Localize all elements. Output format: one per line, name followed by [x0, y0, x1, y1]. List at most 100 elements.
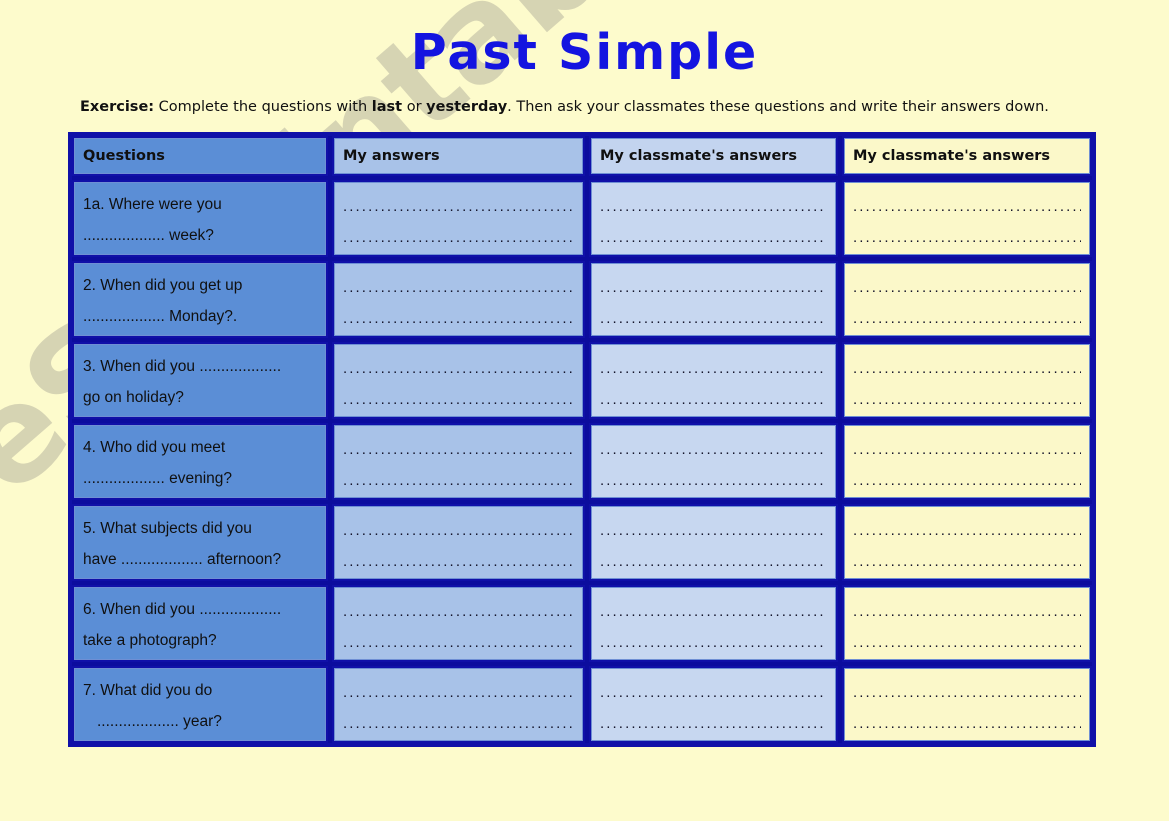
header-cell-classmate-answers-1: My classmate's answers — [585, 136, 838, 176]
question-line-2: take a photograph? — [83, 632, 217, 649]
header-cell-my-answers: My answers — [328, 136, 585, 176]
answer-cell-my-answers[interactable]: ........................................… — [328, 342, 585, 419]
header-cell-questions: Questions — [72, 136, 328, 176]
answer-dotted-line[interactable]: ........................................… — [853, 303, 1081, 334]
answer-cell-classmate-1[interactable]: ........................................… — [585, 180, 838, 257]
answer-dotted-line[interactable]: ........................................… — [853, 384, 1081, 415]
question-cell: 6. When did you ................... take… — [72, 585, 328, 662]
question-line-1: 1a. Where were you — [83, 196, 222, 213]
question-cell: 3. When did you ................... go o… — [72, 342, 328, 419]
answer-dotted-line[interactable]: ........................................… — [600, 515, 827, 546]
answer-dotted-line[interactable]: ........................................… — [600, 465, 827, 496]
answer-dotted-line[interactable]: ........................................… — [343, 546, 574, 577]
answer-dotted-line[interactable]: ........................................… — [343, 708, 574, 739]
instruction-keyword-yesterday: yesterday — [426, 99, 508, 115]
header-label-my-answers: My answers — [343, 148, 440, 164]
answer-dotted-line[interactable]: ........................................… — [343, 434, 574, 465]
question-line-2: ................... evening? — [83, 470, 233, 487]
answer-cell-classmate-1[interactable]: ........................................… — [585, 585, 838, 662]
answer-dotted-line[interactable]: ........................................… — [600, 303, 827, 334]
question-cell: 5. What subjects did you have ..........… — [72, 504, 328, 581]
table-row: 5. What subjects did you have ..........… — [72, 500, 1092, 581]
answer-dotted-line[interactable]: ........................................… — [343, 677, 574, 708]
question-line-2: ................... week? — [83, 227, 214, 244]
answer-cell-classmate-1[interactable]: ........................................… — [585, 342, 838, 419]
answer-dotted-line[interactable]: ........................................… — [853, 627, 1081, 658]
answer-cell-my-answers[interactable]: ........................................… — [328, 261, 585, 338]
header-label-questions: Questions — [83, 148, 165, 164]
question-line-1: 7. What did you do — [83, 682, 213, 699]
answer-cell-my-answers[interactable]: ........................................… — [328, 585, 585, 662]
answer-dotted-line[interactable]: ........................................… — [853, 434, 1081, 465]
answer-dotted-line[interactable]: ........................................… — [853, 191, 1081, 222]
answer-cell-classmate-2[interactable]: ........................................… — [838, 342, 1092, 419]
answer-dotted-line[interactable]: ........................................… — [853, 465, 1081, 496]
answer-dotted-line[interactable]: ........................................… — [853, 222, 1081, 253]
answer-dotted-line[interactable]: ........................................… — [343, 353, 574, 384]
answer-dotted-line[interactable]: ........................................… — [343, 465, 574, 496]
answer-dotted-line[interactable]: ........................................… — [600, 546, 827, 577]
answer-dotted-line[interactable]: ........................................… — [600, 191, 827, 222]
answer-dotted-line[interactable]: ........................................… — [600, 272, 827, 303]
answer-cell-classmate-2[interactable]: ........................................… — [838, 180, 1092, 257]
answer-cell-classmate-2[interactable]: ........................................… — [838, 504, 1092, 581]
answer-cell-classmate-2[interactable]: ........................................… — [838, 423, 1092, 500]
question-line-2: ................... Monday?. — [83, 308, 238, 325]
page-title: Past Simple — [410, 24, 759, 81]
table-row: 2. When did you get up .................… — [72, 257, 1092, 338]
answer-dotted-line[interactable]: ........................................… — [343, 627, 574, 658]
answer-dotted-line[interactable]: ........................................… — [600, 708, 827, 739]
answer-cell-my-answers[interactable]: ........................................… — [328, 666, 585, 743]
table-row: 6. When did you ................... take… — [72, 581, 1092, 662]
answer-cell-classmate-2[interactable]: ........................................… — [838, 585, 1092, 662]
exercise-label: Exercise: — [80, 99, 155, 115]
question-cell: 4. Who did you meet ................... … — [72, 423, 328, 500]
answer-dotted-line[interactable]: ........................................… — [600, 353, 827, 384]
answer-dotted-line[interactable]: ........................................… — [343, 596, 574, 627]
answer-cell-my-answers[interactable]: ........................................… — [328, 423, 585, 500]
answer-dotted-line[interactable]: ........................................… — [600, 222, 827, 253]
answer-dotted-line[interactable]: ........................................… — [853, 515, 1081, 546]
header-cell-classmate-answers-2: My classmate's answers — [838, 136, 1092, 176]
answer-dotted-line[interactable]: ........................................… — [600, 434, 827, 465]
answer-cell-classmate-2[interactable]: ........................................… — [838, 261, 1092, 338]
answer-dotted-line[interactable]: ........................................… — [343, 272, 574, 303]
instruction-part1: Complete the questions with — [154, 99, 372, 115]
answer-dotted-line[interactable]: ........................................… — [600, 596, 827, 627]
answer-dotted-line[interactable]: ........................................… — [853, 708, 1081, 739]
answer-cell-my-answers[interactable]: ........................................… — [328, 504, 585, 581]
exercise-instruction: Exercise: Complete the questions with la… — [80, 99, 1100, 115]
answer-dotted-line[interactable]: ........................................… — [343, 515, 574, 546]
answer-dotted-line[interactable]: ........................................… — [600, 384, 827, 415]
answer-dotted-line[interactable]: ........................................… — [853, 596, 1081, 627]
answer-dotted-line[interactable]: ........................................… — [853, 272, 1081, 303]
answer-dotted-line[interactable]: ........................................… — [853, 353, 1081, 384]
question-line-1: 4. Who did you meet — [83, 439, 226, 456]
answer-dotted-line[interactable]: ........................................… — [600, 677, 827, 708]
answer-cell-my-answers[interactable]: ........................................… — [328, 180, 585, 257]
answer-cell-classmate-1[interactable]: ........................................… — [585, 261, 838, 338]
question-cell: 2. When did you get up .................… — [72, 261, 328, 338]
answer-dotted-line[interactable]: ........................................… — [853, 677, 1081, 708]
answer-dotted-line[interactable]: ........................................… — [343, 303, 574, 334]
question-line-2: ................... year? — [97, 713, 222, 730]
question-line-1: 2. When did you get up — [83, 277, 243, 294]
answer-cell-classmate-1[interactable]: ........................................… — [585, 423, 838, 500]
table-row: 1a. Where were you ................... w… — [72, 176, 1092, 257]
question-cell: 7. What did you do ................... y… — [72, 666, 328, 743]
answer-dotted-line[interactable]: ........................................… — [343, 222, 574, 253]
question-line-1: 3. When did you ................... — [83, 358, 282, 375]
answer-dotted-line[interactable]: ........................................… — [343, 384, 574, 415]
answer-dotted-line[interactable]: ........................................… — [600, 627, 827, 658]
table-row: 4. Who did you meet ................... … — [72, 419, 1092, 500]
answer-cell-classmate-1[interactable]: ........................................… — [585, 666, 838, 743]
table-header-row: Questions My answers My classmate's answ… — [72, 136, 1092, 176]
question-line-2: have ................... afternoon? — [83, 551, 282, 568]
instruction-keyword-last: last — [371, 99, 403, 115]
answer-cell-classmate-2[interactable]: ........................................… — [838, 666, 1092, 743]
answer-dotted-line[interactable]: ........................................… — [343, 191, 574, 222]
answer-cell-classmate-1[interactable]: ........................................… — [585, 504, 838, 581]
table-row: 3. When did you ................... go o… — [72, 338, 1092, 419]
answer-dotted-line[interactable]: ........................................… — [853, 546, 1081, 577]
table-row: 7. What did you do ................... y… — [72, 662, 1092, 743]
